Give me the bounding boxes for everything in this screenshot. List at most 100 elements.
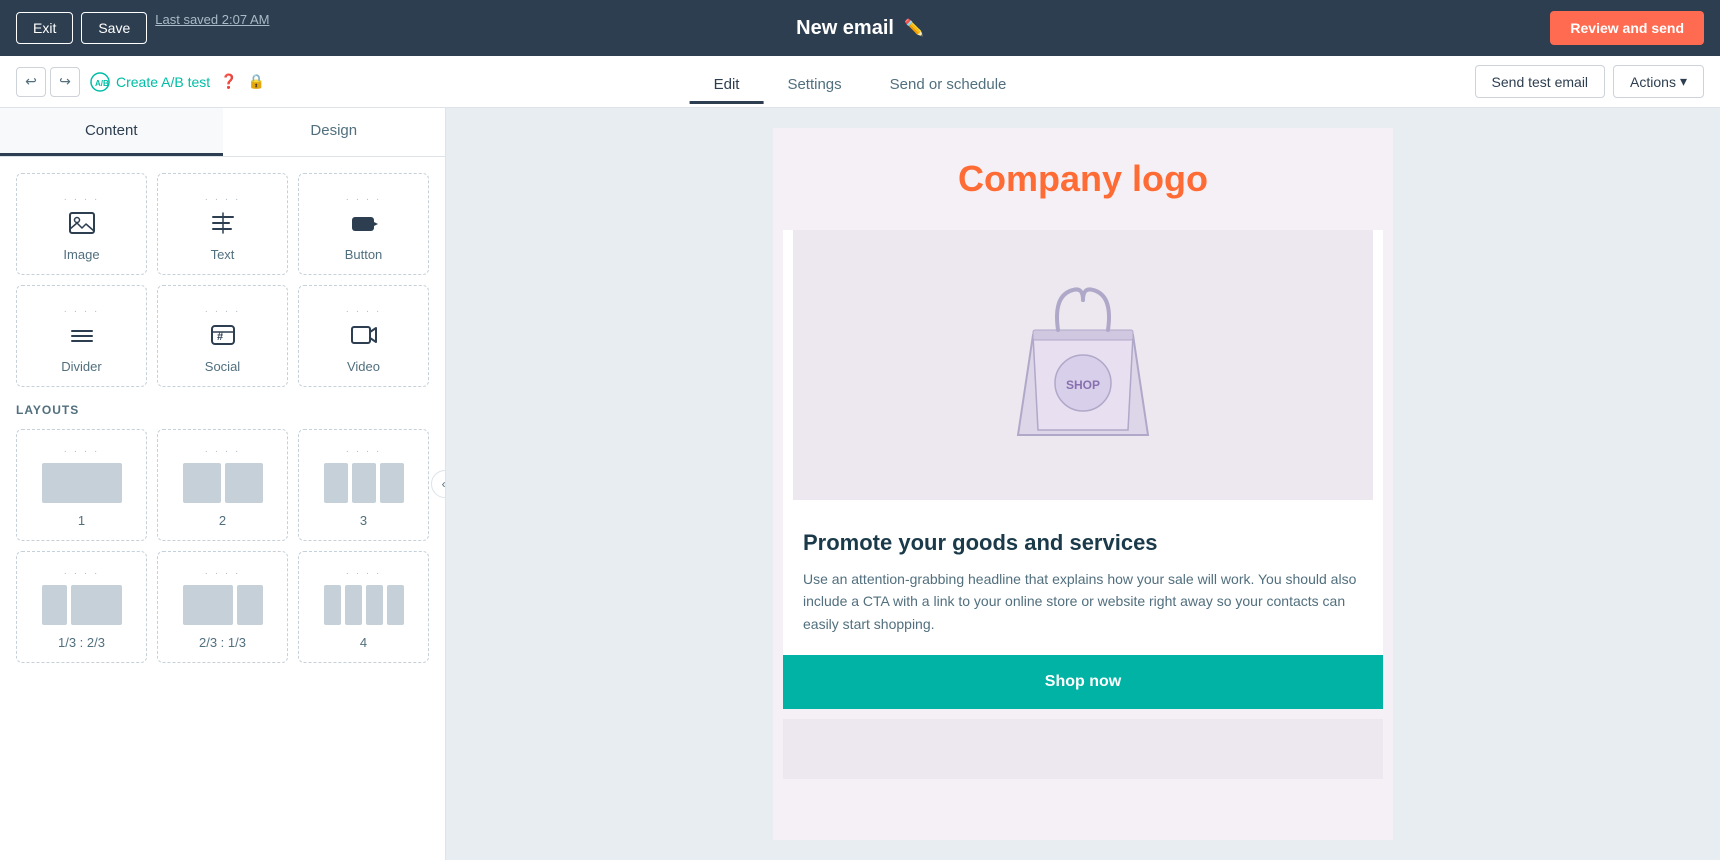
drag-dots-layout-1-3: · · · · [64, 568, 100, 579]
divider-label: Divider [61, 359, 101, 374]
second-bar-left: ↩ ↪ A/B Create A/B test ❓ 🔒 [16, 67, 265, 97]
tab-edit[interactable]: Edit [690, 68, 764, 104]
layout-item-2-3-1-3[interactable]: · · · · 2/3 : 1/3 [157, 551, 288, 663]
lock-icon: 🔒 [248, 73, 265, 90]
layout-preview-1-3-2-3 [42, 585, 122, 625]
layout-preview-4 [324, 585, 404, 625]
layout-col [345, 585, 362, 625]
image-label: Image [63, 247, 99, 262]
actions-button[interactable]: Actions ▾ [1613, 65, 1704, 98]
chevron-down-icon: ▾ [1680, 73, 1687, 90]
drag-dots-layout-2-3: · · · · [205, 568, 241, 579]
layouts-grid: · · · · 1 · · · · 2 · [16, 429, 429, 663]
layout-preview-3 [324, 463, 404, 503]
company-logo-text: Company logo [958, 158, 1208, 199]
second-bar-right: Send test email Actions ▾ [1475, 65, 1704, 98]
layout-col [380, 463, 404, 503]
layout-col [366, 585, 383, 625]
button-icon [350, 209, 378, 237]
content-item-divider[interactable]: · · · · Divider [16, 285, 147, 387]
exit-button[interactable]: Exit [16, 12, 73, 44]
layout-4-label: 4 [360, 635, 367, 650]
edit-pencil-icon[interactable]: ✏️ [904, 18, 924, 38]
main-layout: Content Design « · · · · Image · · · · [0, 108, 1720, 860]
promote-body: Use an attention-grabbing headline that … [803, 568, 1363, 635]
button-label: Button [345, 247, 383, 262]
drag-dots-layout4: · · · · [346, 568, 382, 579]
layout-col [324, 585, 341, 625]
svg-text:A/B: A/B [95, 79, 109, 88]
ab-test-button[interactable]: A/B Create A/B test [90, 72, 210, 92]
save-button[interactable]: Save [81, 12, 147, 44]
redo-button[interactable]: ↪ [50, 67, 80, 97]
layout-col [387, 585, 404, 625]
layout-col [42, 463, 122, 503]
drag-dots-layout1: · · · · [64, 446, 100, 457]
layout-item-3[interactable]: · · · · 3 [298, 429, 429, 541]
actions-label: Actions [1630, 74, 1676, 90]
content-item-text[interactable]: · · · · Text [157, 173, 288, 275]
tab-settings[interactable]: Settings [763, 68, 865, 104]
layout-col [71, 585, 122, 625]
layout-col [183, 463, 221, 503]
layout-preview-2-3-1-3 [183, 585, 263, 625]
layout-1-3-2-3-label: 1/3 : 2/3 [58, 635, 105, 650]
send-test-email-button[interactable]: Send test email [1475, 65, 1606, 98]
text-label: Text [211, 247, 235, 262]
video-label: Video [347, 359, 380, 374]
layout-preview-2 [183, 463, 263, 503]
content-item-button[interactable]: · · · · Button [298, 173, 429, 275]
drag-dots-layout2: · · · · [205, 446, 241, 457]
layout-3-label: 3 [360, 513, 367, 528]
layouts-section-label: LAYOUTS [16, 403, 429, 417]
review-and-send-button[interactable]: Review and send [1550, 11, 1704, 45]
shopping-bag-illustration: SHOP [1003, 265, 1163, 465]
layout-col [352, 463, 376, 503]
second-bar-tabs: Edit Settings Send or schedule [690, 64, 1031, 100]
top-bar-center: New email ✏️ [796, 17, 924, 40]
email-canvas: Company logo [773, 128, 1393, 840]
drag-dots-text: · · · · [205, 194, 241, 205]
layout-col [225, 463, 263, 503]
content-item-social[interactable]: · · · · # Social [157, 285, 288, 387]
divider-icon [68, 321, 96, 349]
sidebar-tab-design[interactable]: Design [223, 108, 446, 156]
svg-text:SHOP: SHOP [1066, 378, 1100, 392]
layout-item-4[interactable]: · · · · 4 [298, 551, 429, 663]
video-icon [350, 321, 378, 349]
tab-send-schedule[interactable]: Send or schedule [866, 68, 1031, 104]
layout-2-3-1-3-label: 2/3 : 1/3 [199, 635, 246, 650]
svg-text:#: # [217, 331, 223, 343]
help-icon[interactable]: ❓ [220, 73, 237, 90]
layout-item-1-3-2-3[interactable]: · · · · 1/3 : 2/3 [16, 551, 147, 663]
sidebar-tab-content[interactable]: Content [0, 108, 223, 156]
undo-button[interactable]: ↩ [16, 67, 46, 97]
content-item-image[interactable]: · · · · Image [16, 173, 147, 275]
layout-col [42, 585, 67, 625]
layout-1-label: 1 [78, 513, 85, 528]
layout-item-1[interactable]: · · · · 1 [16, 429, 147, 541]
product-image-area: SHOP [793, 230, 1373, 500]
bottom-section [783, 719, 1383, 779]
drag-dots-divider: · · · · [64, 306, 100, 317]
drag-dots-layout3: · · · · [346, 446, 382, 457]
layout-2-label: 2 [219, 513, 226, 528]
layout-col [183, 585, 234, 625]
social-icon: # [209, 321, 237, 349]
top-bar-left: Exit Save Last saved 2:07 AM [16, 12, 269, 44]
drag-dots-social: · · · · [205, 306, 241, 317]
drag-dots-image: · · · · [64, 194, 100, 205]
second-bar: ↩ ↪ A/B Create A/B test ❓ 🔒 Edit Setting… [0, 56, 1720, 108]
last-saved-label[interactable]: Last saved 2:07 AM [155, 12, 269, 44]
email-content-area: Promote your goods and services Use an a… [783, 510, 1383, 635]
layout-item-2[interactable]: · · · · 2 [157, 429, 288, 541]
content-item-video[interactable]: · · · · Video [298, 285, 429, 387]
sidebar-content: · · · · Image · · · · [0, 157, 445, 679]
shop-now-button[interactable]: Shop now [783, 655, 1383, 709]
sidebar: Content Design « · · · · Image · · · · [0, 108, 446, 860]
canvas-area: Company logo [446, 108, 1720, 860]
drag-dots-video: · · · · [346, 306, 382, 317]
text-icon [209, 209, 237, 237]
sidebar-tabs: Content Design [0, 108, 445, 157]
layout-col [324, 463, 348, 503]
